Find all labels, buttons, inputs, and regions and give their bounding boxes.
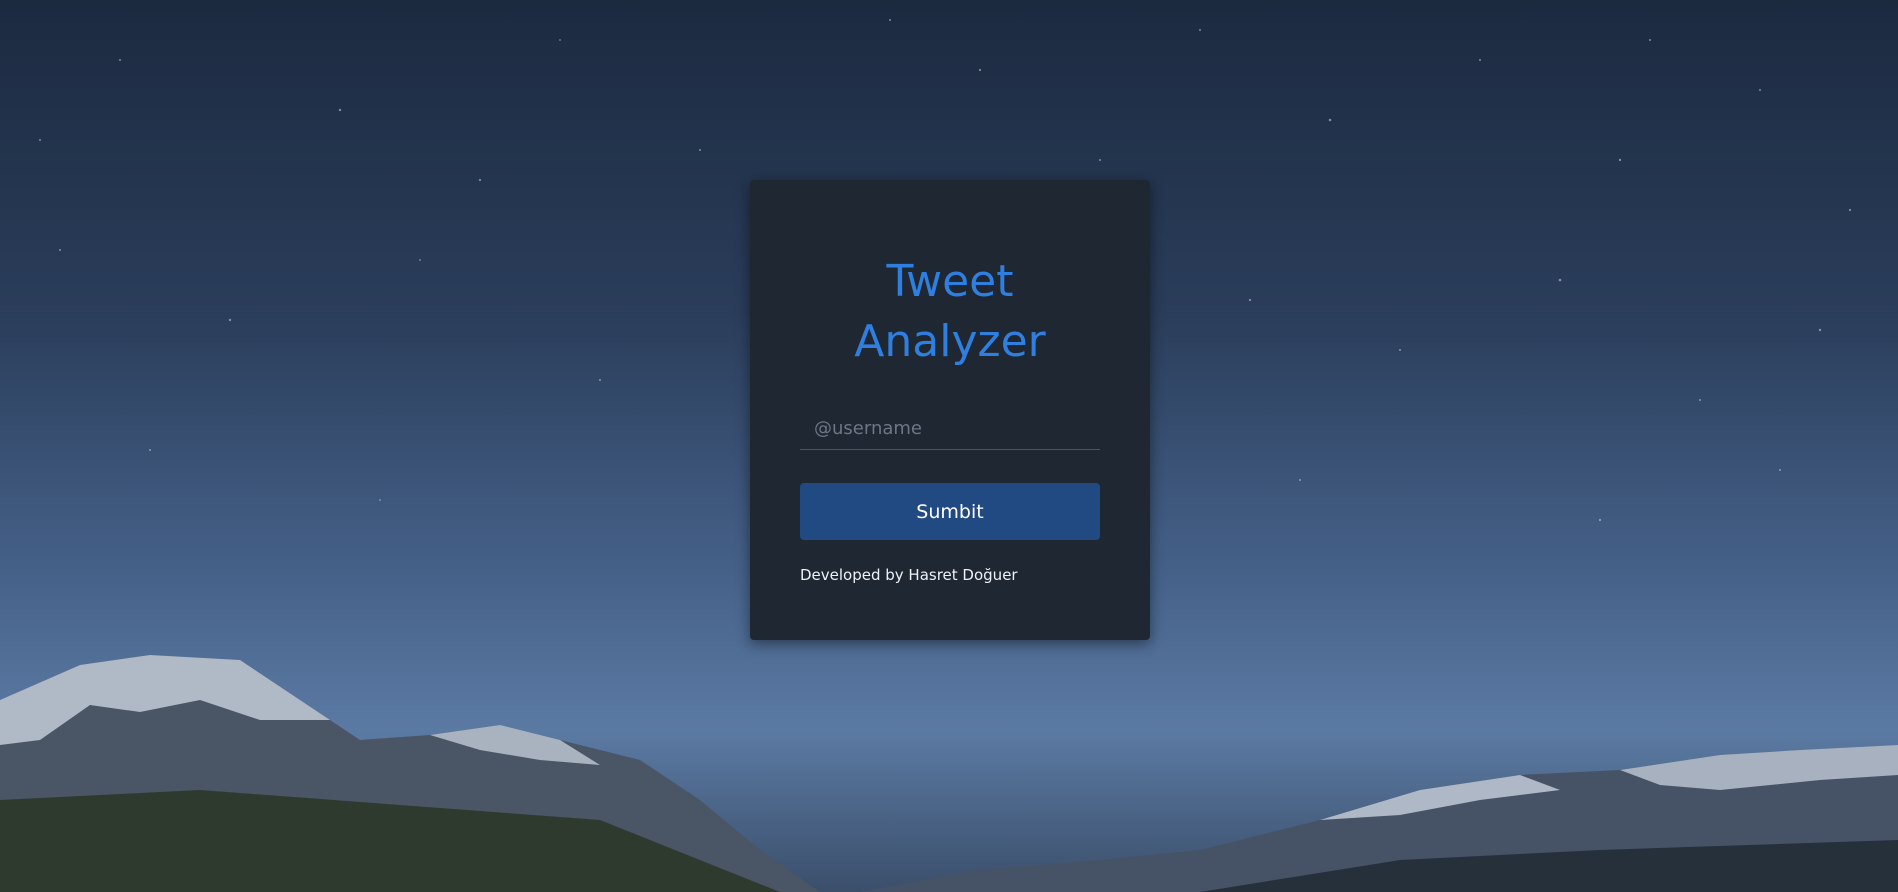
app-title-line1: Tweet xyxy=(886,256,1014,307)
developer-credit: Developed by Hasret Doğuer xyxy=(800,566,1018,584)
login-card: Tweet Analyzer Sumbit Developed by Hasre… xyxy=(750,180,1150,640)
app-title: Tweet Analyzer xyxy=(750,252,1150,372)
username-input[interactable] xyxy=(800,408,1100,450)
app-title-line2: Analyzer xyxy=(854,316,1046,367)
submit-button[interactable]: Sumbit xyxy=(800,483,1100,540)
